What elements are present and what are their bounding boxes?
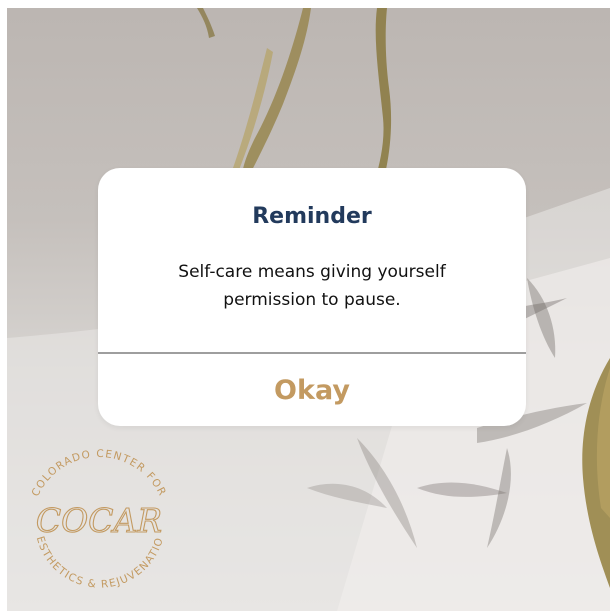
logo-script: COCAR xyxy=(36,501,162,540)
dialog-message: Self-care means giving yourself permissi… xyxy=(178,262,446,310)
okay-button[interactable]: Okay xyxy=(98,354,526,426)
post-frame: Reminder Self-care means giving yourself… xyxy=(0,0,610,611)
reminder-dialog: Reminder Self-care means giving yourself… xyxy=(98,168,526,426)
dialog-title: Reminder xyxy=(252,204,372,229)
logo-top-text: COLORADO CENTER FOR xyxy=(29,448,168,499)
cocar-logo: COLORADO CENTER FOR AESTHETICS & REJUVEN… xyxy=(14,432,168,591)
